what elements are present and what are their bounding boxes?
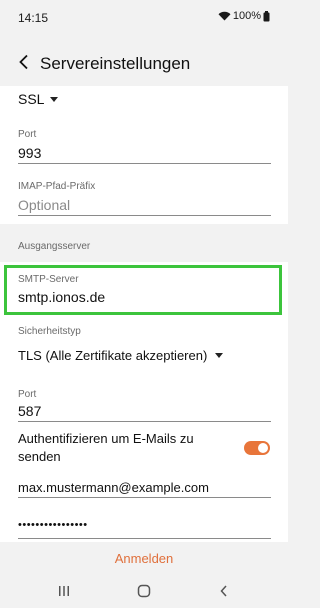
incoming-port-input[interactable]: 993: [18, 145, 41, 161]
bottom-bar: Anmelden: [0, 542, 288, 608]
security-type-select[interactable]: TLS (Alle Zertifikate akzeptieren): [18, 348, 224, 363]
status-indicators: 100%: [218, 10, 270, 22]
password-underline: [18, 538, 271, 539]
outgoing-server-header: Ausgangsserver: [18, 241, 91, 252]
outgoing-port-underline: [18, 421, 271, 422]
status-time: 14:15: [18, 11, 49, 25]
incoming-server-card: SSL Port 993 IMAP-Pfad-Präfix Optional: [0, 86, 288, 224]
imap-prefix-label: IMAP-Pfad-Präfix: [18, 181, 96, 192]
nav-back-button[interactable]: [214, 584, 234, 602]
app-bar: Servereinstellungen: [0, 36, 288, 92]
status-bar: 14:15 100%: [0, 0, 288, 36]
back-button[interactable]: [10, 50, 38, 78]
incoming-security-select[interactable]: SSL: [18, 91, 59, 107]
incoming-port-underline: [18, 163, 271, 164]
page-title: Servereinstellungen: [40, 54, 191, 73]
home-icon: [137, 584, 151, 603]
password-input[interactable]: ••••••••••••••••: [18, 519, 88, 531]
dropdown-arrow-icon: [50, 96, 59, 102]
login-button[interactable]: Anmelden: [0, 546, 288, 572]
battery-percent: 100%: [232, 10, 261, 22]
security-type-label: Sicherheitstyp: [18, 326, 81, 337]
toggle-knob: [258, 443, 268, 453]
imap-prefix-input[interactable]: Optional: [18, 197, 70, 213]
username-input[interactable]: max.mustermann@example.com: [18, 480, 209, 495]
imap-prefix-underline: [18, 215, 271, 216]
auth-toggle[interactable]: [244, 441, 270, 455]
system-nav-bar: [0, 578, 288, 608]
settings-content[interactable]: SSL Port 993 IMAP-Pfad-Präfix Optional A…: [0, 86, 288, 542]
back-icon: [219, 584, 229, 602]
recents-button[interactable]: [54, 584, 74, 602]
username-underline: [18, 497, 271, 498]
incoming-security-value: SSL: [18, 91, 45, 107]
recents-icon: [58, 584, 70, 602]
wifi-icon: [218, 11, 231, 21]
outgoing-port-input[interactable]: 587: [18, 403, 41, 419]
battery-icon: [263, 10, 270, 22]
security-type-value: TLS (Alle Zertifikate akzeptieren): [18, 348, 208, 363]
incoming-port-label: Port: [18, 129, 37, 140]
chevron-left-icon: [18, 54, 30, 75]
smtp-server-label: SMTP-Server: [18, 274, 79, 285]
dropdown-arrow-icon: [215, 353, 224, 358]
outgoing-port-label: Port: [18, 389, 37, 400]
auth-toggle-label: Authentifizieren um E-Mails zu senden: [18, 431, 194, 464]
home-button[interactable]: [134, 584, 154, 602]
smtp-server-input[interactable]: smtp.ionos.de: [18, 289, 105, 305]
